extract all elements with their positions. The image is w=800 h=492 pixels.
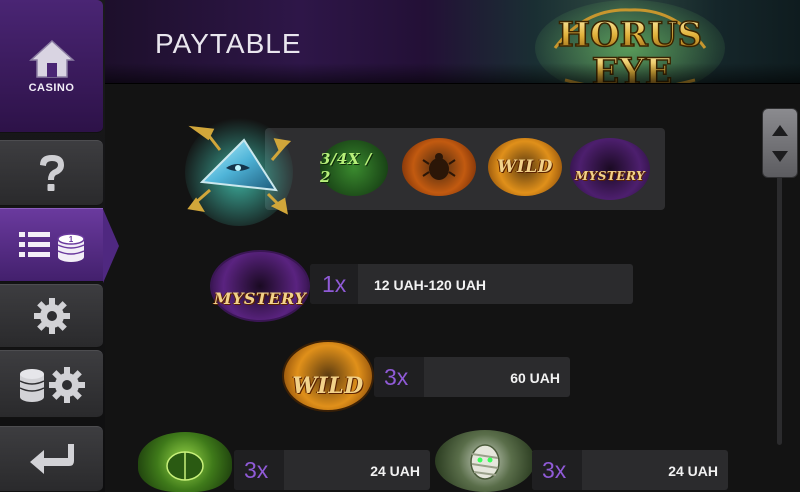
payout-amount: 24 UAH xyxy=(668,463,718,479)
wild-symbol-small: WILD xyxy=(488,138,562,196)
casino-label: CASINO xyxy=(28,82,75,94)
logo-text-bottom: EYE xyxy=(592,51,673,84)
scarab-feature-symbol xyxy=(402,138,476,196)
paytable-row-mystery: 1x 12 UAH-120 UAH xyxy=(310,264,633,304)
help-button[interactable] xyxy=(0,140,103,206)
mystery-symbol: MYSTERY xyxy=(210,250,310,322)
gear-icon xyxy=(33,298,70,334)
paytable-row-wild: 3x 60 UAH xyxy=(374,357,570,397)
horus-eye-logo: HORUS EYE xyxy=(535,0,725,84)
scarab-icon xyxy=(166,451,204,481)
question-mark-icon xyxy=(39,155,64,191)
multiplier-label: 1x xyxy=(322,271,347,297)
back-button[interactable] xyxy=(0,426,103,492)
scarab-icon xyxy=(422,153,456,180)
sidebar: CASINO 1 xyxy=(0,0,119,492)
mystery-symbol-small: MYSTERY xyxy=(570,138,650,200)
scroll-buttons xyxy=(762,108,798,178)
coins-gear-icon xyxy=(19,367,85,403)
multiplier-symbol: 3/4X / 2 xyxy=(320,140,388,196)
settings-button[interactable] xyxy=(0,284,103,348)
payout-amount: 24 UAH xyxy=(370,463,420,479)
mummy-symbol xyxy=(435,430,535,492)
paytable-button[interactable]: 1 xyxy=(0,208,119,283)
multiplier-label: 3x xyxy=(244,457,269,483)
scroll-track[interactable] xyxy=(777,150,782,445)
bet-settings-button[interactable] xyxy=(0,350,103,418)
casino-button[interactable]: CASINO xyxy=(0,0,103,133)
logo-text-top: HORUS xyxy=(558,15,702,55)
house-icon xyxy=(28,39,75,78)
svg-text:1: 1 xyxy=(68,235,73,244)
paytable-row-green-scarab: 3x 24 UAH xyxy=(234,450,430,490)
wild-symbol: WILD xyxy=(282,340,374,412)
eye-pyramid-icon xyxy=(180,108,298,226)
mummy-face-icon xyxy=(470,444,500,480)
paytable-list-icon: 1 xyxy=(18,232,85,262)
scroll-up-button[interactable] xyxy=(772,124,788,136)
scroll-down-button[interactable] xyxy=(772,150,788,162)
multiplier-label: 3x xyxy=(384,364,409,390)
back-arrow-icon xyxy=(29,444,74,474)
payout-amount: 60 UAH xyxy=(510,370,560,386)
payout-amount: 12 UAH-120 UAH xyxy=(374,277,487,293)
multiplier-label: 3x xyxy=(542,457,567,483)
page-title: PAYTABLE xyxy=(155,28,302,59)
header-bar: PAYTABLE HORUS EYE xyxy=(105,0,800,84)
paytable-row-mummy: 3x 24 UAH xyxy=(532,450,728,490)
green-scarab-symbol xyxy=(138,432,232,492)
paytable-screen: PAYTABLE HORUS EYE CASINO 1 3/4X / 2 WIL… xyxy=(0,0,800,492)
